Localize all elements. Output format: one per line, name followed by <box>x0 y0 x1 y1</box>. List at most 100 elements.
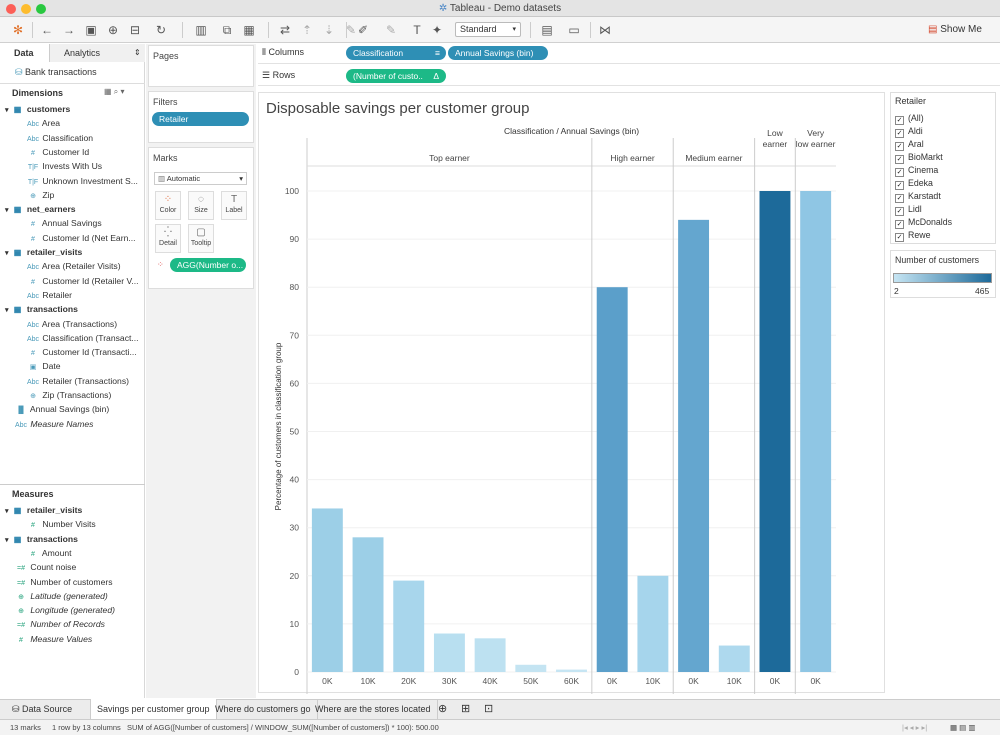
field-amount[interactable]: # Amount <box>0 546 140 560</box>
field-retailer-transactions[interactable]: Abc Retailer (Transactions) <box>0 374 140 388</box>
clear-sheet-icon[interactable]: ▦ <box>240 21 258 39</box>
field-customer-id[interactable]: # Customer Id <box>0 145 140 159</box>
checkbox-icon[interactable]: ✓ <box>895 168 904 177</box>
field-invests-with-us[interactable]: T|F Invests With Us <box>0 159 140 173</box>
marks-pill-number-of-customers[interactable]: AGG(Number o... <box>170 258 246 272</box>
field-area-retailer-visits[interactable]: Abc Area (Retailer Visits) <box>0 259 140 273</box>
pin-icon[interactable]: ✦ <box>428 21 446 39</box>
field-zip-transactions[interactable]: ⊕ Zip (Transactions) <box>0 388 140 402</box>
tab-analytics[interactable]: Analytics <box>50 44 145 62</box>
pause-updates-icon[interactable]: ⊟ <box>126 21 144 39</box>
checkbox-icon[interactable]: ✓ <box>895 116 904 125</box>
redo-arrow-icon[interactable]: → <box>60 21 78 39</box>
columns-pill-classification[interactable]: Classification ≡ <box>346 46 446 60</box>
field-customer-id-transacti[interactable]: # Customer Id (Transacti... <box>0 345 140 359</box>
swap-rows-columns-icon[interactable]: ⇄ <box>276 21 294 39</box>
tab-where-do-customers-go[interactable]: Where do customers go <box>209 699 318 719</box>
sheet-nav-icons[interactable]: |◂ ◂ ▸ ▸| <box>902 720 927 735</box>
field-zip[interactable]: ⊕ Zip <box>0 188 140 202</box>
field-area-transactions[interactable]: Abc Area (Transactions) <box>0 317 140 331</box>
sort-ascending-icon[interactable]: ⇡ <box>298 21 316 39</box>
columns-pill-annual-savings-bin[interactable]: Annual Savings (bin) <box>448 46 548 60</box>
presentation-mode-icon[interactable]: ▭ <box>565 21 583 39</box>
duplicate-sheet-icon[interactable]: ⧉ <box>218 21 236 39</box>
retailer-filter-item-aldi[interactable]: ✓ Aldi <box>895 125 923 138</box>
detail-button[interactable]: ⁛ Detail <box>155 224 181 253</box>
retailer-filter-item-all[interactable]: ✓ (All) <box>895 112 924 125</box>
retailer-filter-item-aral[interactable]: ✓ Aral <box>895 138 924 151</box>
datasource-table-retailer-visits[interactable]: ▾ ▦ retailer_visits <box>0 245 140 259</box>
checkbox-icon[interactable]: ✓ <box>895 220 904 229</box>
group-members-icon[interactable]: ✎ <box>382 21 400 39</box>
retailer-filter-item-karstadt[interactable]: ✓ Karstadt <box>895 190 941 203</box>
field-number-of-customers[interactable]: =# Number of customers <box>0 575 140 589</box>
pages-card[interactable]: Pages <box>148 45 254 87</box>
close-window-button[interactable] <box>6 4 16 14</box>
share-icon[interactable]: ⋈ <box>596 21 614 39</box>
retailer-filter-item-cinema[interactable]: ✓ Cinema <box>895 164 938 177</box>
new-worksheet-icon[interactable]: ▥ <box>192 21 210 39</box>
bar-chart[interactable]: Disposable savings per customer group Cla… <box>259 93 886 694</box>
checkbox-icon[interactable]: ✓ <box>895 142 904 151</box>
show-me-button[interactable]: ▤ Show Me <box>928 21 982 39</box>
show-cards-icon[interactable]: ▤ <box>538 21 556 39</box>
field-longitude-generated[interactable]: ⊕ Longitude (generated) <box>0 603 140 617</box>
checkbox-icon[interactable]: ✓ <box>895 181 904 190</box>
retailer-filter-item-rewe[interactable]: ✓ Rewe <box>895 229 931 242</box>
show-mark-labels-icon[interactable]: T <box>408 21 426 39</box>
tab-savings-per-customer-group[interactable]: Savings per customer group <box>90 699 217 720</box>
chart-view[interactable]: Disposable savings per customer group Cla… <box>258 92 886 694</box>
retailer-filter-item-lidl[interactable]: ✓ Lidl <box>895 203 922 216</box>
field-annual-savings-bin[interactable]: ▐▌ Annual Savings (bin) <box>0 402 140 416</box>
field-date[interactable]: ▣ Date <box>0 359 140 373</box>
filter-pill-retailer[interactable]: Retailer <box>152 112 249 126</box>
new-dashboard-tab-icon[interactable]: ⊞ <box>455 699 476 719</box>
field-unknown-investment-s[interactable]: T|F Unknown Investment S... <box>0 174 140 188</box>
datasource-table-net-earners[interactable]: ▾ ▦ net_earners <box>0 202 140 216</box>
field-classification[interactable]: Abc Classification <box>0 131 140 145</box>
checkbox-icon[interactable]: ✓ <box>895 207 904 216</box>
tableau-logo-icon[interactable]: ✻ <box>9 21 27 39</box>
view-icons[interactable]: ▦ ⌕ ▾ <box>104 87 125 97</box>
sort-descending-icon[interactable]: ⇣ <box>320 21 338 39</box>
tab-data[interactable]: Data <box>0 44 50 62</box>
rows-pill-number-of-customers[interactable]: (Number of custo.. Δ <box>346 69 446 83</box>
view-mode-icons[interactable]: ▦ ▤ ▥ <box>950 720 975 735</box>
field-number-of-records[interactable]: =# Number of Records <box>0 617 140 631</box>
tab-where-are-stores-located[interactable]: Where are the stores located <box>309 699 438 719</box>
field-customer-id-net-earn[interactable]: # Customer Id (Net Earn... <box>0 231 140 245</box>
color-button[interactable]: ⁘ Color <box>155 191 181 220</box>
field-annual-savings[interactable]: # Annual Savings <box>0 216 140 230</box>
datasource-table-customers[interactable]: ▾ ▦ customers <box>0 102 140 116</box>
mark-type-select[interactable]: ▥ Automatic ▾ <box>154 172 247 185</box>
retailer-filter-item-biomarkt[interactable]: ✓ BioMarkt <box>895 151 943 164</box>
tooltip-button[interactable]: ▢ Tooltip <box>188 224 214 253</box>
retailer-filter-item-mcdonalds[interactable]: ✓ McDonalds <box>895 216 952 229</box>
field-area[interactable]: Abc Area <box>0 116 140 130</box>
size-button[interactable]: ◌ Size <box>188 191 214 220</box>
datasource-table-retailer-visits[interactable]: ▾ ▦ retailer_visits <box>0 503 140 517</box>
tab-data-source[interactable]: ⛁ Data Source <box>6 699 78 719</box>
field-measure-names[interactable]: Abc Measure Names <box>0 417 140 431</box>
undo-arrow-icon[interactable]: ← <box>38 21 56 39</box>
field-latitude-generated[interactable]: ⊕ Latitude (generated) <box>0 589 140 603</box>
checkbox-icon[interactable]: ✓ <box>895 155 904 164</box>
tab-menu-icon[interactable]: ⇕ <box>134 48 141 57</box>
field-count-noise[interactable]: =# Count noise <box>0 560 140 574</box>
field-classification-transact[interactable]: Abc Classification (Transact... <box>0 331 140 345</box>
datasource-item[interactable]: ⛁ Bank transactions <box>15 67 97 78</box>
checkbox-icon[interactable]: ✓ <box>895 233 904 242</box>
datasource-table-transactions[interactable]: ▾ ▦ transactions <box>0 302 140 316</box>
save-icon[interactable]: ▣ <box>82 21 100 39</box>
checkbox-icon[interactable]: ✓ <box>895 194 904 203</box>
pen-icon[interactable]: ✐ <box>354 21 372 39</box>
label-button[interactable]: T Label <box>221 191 247 220</box>
fit-select[interactable]: Standard ▾ <box>455 22 521 37</box>
zoom-window-button[interactable] <box>36 4 46 14</box>
field-retailer[interactable]: Abc Retailer <box>0 288 140 302</box>
field-number-visits[interactable]: # Number Visits <box>0 517 140 531</box>
minimize-window-button[interactable] <box>21 4 31 14</box>
field-measure-values[interactable]: # Measure Values <box>0 632 140 646</box>
new-story-tab-icon[interactable]: ⊡ <box>478 699 499 719</box>
retailer-filter-item-edeka[interactable]: ✓ Edeka <box>895 177 933 190</box>
